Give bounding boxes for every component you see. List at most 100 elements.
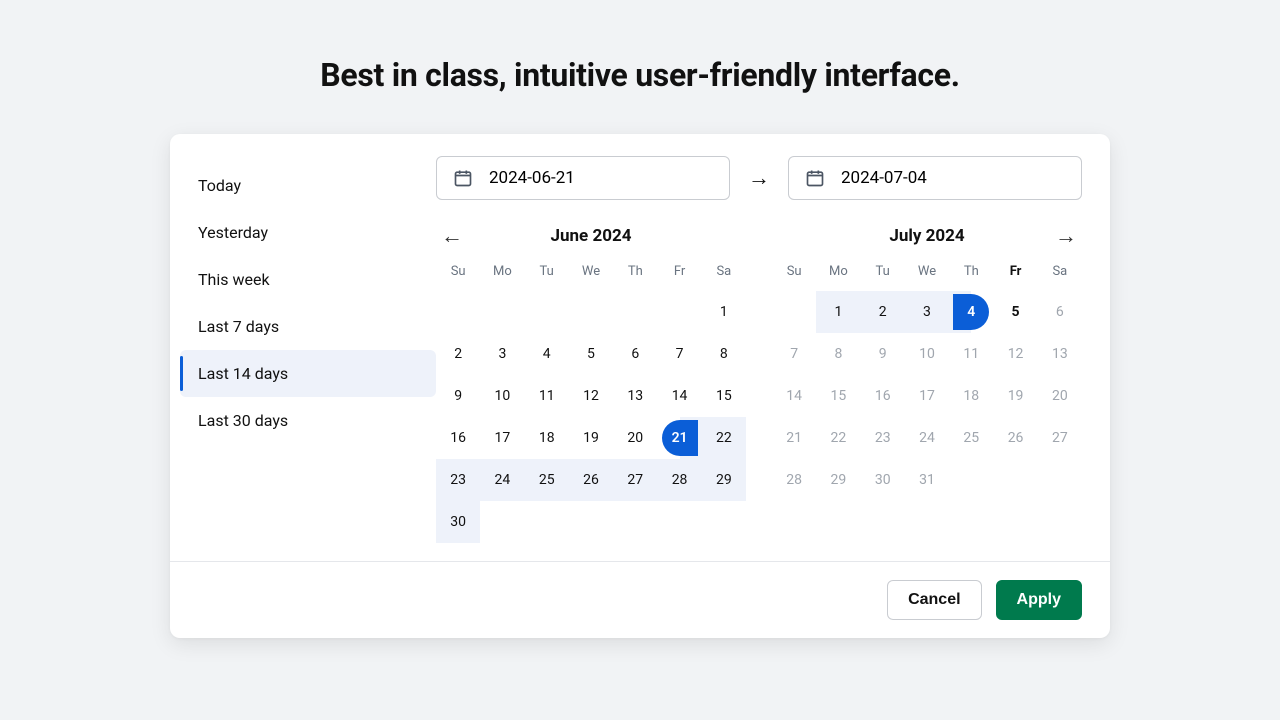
- page-headline: Best in class, intuitive user-friendly i…: [0, 0, 1280, 94]
- calendar-day[interactable]: 14: [772, 375, 816, 417]
- calendar-empty-cell: [993, 459, 1037, 501]
- end-date-input[interactable]: [839, 167, 1065, 189]
- calendar-day[interactable]: 11: [949, 333, 993, 375]
- preset-list: TodayYesterdayThis weekLast 7 daysLast 1…: [180, 156, 436, 543]
- calendar-day[interactable]: 13: [1038, 333, 1082, 375]
- calendar-day[interactable]: 10: [905, 333, 949, 375]
- calendar-day[interactable]: 12: [993, 333, 1037, 375]
- calendar-empty-cell: [569, 501, 613, 543]
- calendar-day[interactable]: 16: [861, 375, 905, 417]
- calendar-day[interactable]: 27: [613, 459, 657, 501]
- calendar-day[interactable]: 15: [702, 375, 746, 417]
- calendar-day[interactable]: 1: [702, 291, 746, 333]
- calendar-day[interactable]: 30: [436, 501, 480, 543]
- start-date-input[interactable]: [487, 167, 713, 189]
- calendar-day[interactable]: 29: [702, 459, 746, 501]
- end-date-field[interactable]: [788, 156, 1082, 200]
- calendar-day[interactable]: 18: [949, 375, 993, 417]
- preset-item[interactable]: Last 14 days: [180, 350, 436, 397]
- calendar-day[interactable]: 26: [993, 417, 1037, 459]
- preset-item[interactable]: Today: [180, 162, 436, 209]
- calendar-day[interactable]: 19: [993, 375, 1037, 417]
- calendar-day[interactable]: 3: [480, 333, 524, 375]
- calendar-empty-cell: [480, 291, 524, 333]
- calendar-empty-cell: [480, 501, 524, 543]
- weekday-label: Sa: [702, 264, 746, 291]
- calendar-day[interactable]: 13: [613, 375, 657, 417]
- weekday-label: Mo: [480, 264, 524, 291]
- calendar-day[interactable]: 24: [905, 417, 949, 459]
- calendar-day[interactable]: 10: [480, 375, 524, 417]
- calendar-day[interactable]: 8: [702, 333, 746, 375]
- calendar-day[interactable]: 4: [525, 333, 569, 375]
- calendar-day[interactable]: 28: [772, 459, 816, 501]
- calendar-day[interactable]: 30: [861, 459, 905, 501]
- calendar-day[interactable]: 15: [816, 375, 860, 417]
- calendar-day[interactable]: 16: [436, 417, 480, 459]
- calendar-day[interactable]: 2: [436, 333, 480, 375]
- prev-month-icon[interactable]: ←: [438, 222, 466, 250]
- cancel-button[interactable]: Cancel: [887, 580, 981, 620]
- calendar-day[interactable]: 18: [525, 417, 569, 459]
- calendar-day[interactable]: 21: [772, 417, 816, 459]
- weekday-label: Sa: [1038, 264, 1082, 291]
- calendar-day[interactable]: 20: [613, 417, 657, 459]
- calendar-day[interactable]: 14: [657, 375, 701, 417]
- calendar-icon: [453, 168, 473, 188]
- calendar-day[interactable]: 22: [702, 417, 746, 459]
- arrow-right-icon: →: [748, 165, 770, 191]
- month-title: June 2024: [551, 226, 632, 246]
- calendar-day[interactable]: 17: [480, 417, 524, 459]
- calendar-day[interactable]: 27: [1038, 417, 1082, 459]
- calendar-day[interactable]: 6: [1038, 291, 1082, 333]
- calendar-day[interactable]: 2: [861, 291, 905, 333]
- calendar-day[interactable]: 29: [816, 459, 860, 501]
- calendar-day[interactable]: 12: [569, 375, 613, 417]
- calendar-day[interactable]: 28: [657, 459, 701, 501]
- calendar-empty-cell: [657, 291, 701, 333]
- month-title: July 2024: [889, 226, 964, 246]
- calendar-day[interactable]: 7: [772, 333, 816, 375]
- start-date-field[interactable]: [436, 156, 730, 200]
- calendar-day[interactable]: 26: [569, 459, 613, 501]
- calendar-day[interactable]: 25: [525, 459, 569, 501]
- preset-item[interactable]: This week: [180, 256, 436, 303]
- apply-button[interactable]: Apply: [996, 580, 1082, 620]
- calendar-day[interactable]: 7: [657, 333, 701, 375]
- next-month-icon[interactable]: →: [1052, 222, 1080, 250]
- calendar-day[interactable]: 20: [1038, 375, 1082, 417]
- calendar-empty-cell: [772, 291, 816, 333]
- calendar-day[interactable]: 24: [480, 459, 524, 501]
- calendar-day[interactable]: 19: [569, 417, 613, 459]
- calendar-empty-cell: [525, 291, 569, 333]
- calendar-empty-cell: [525, 501, 569, 543]
- weekday-label: Th: [949, 264, 993, 291]
- calendar-day[interactable]: 21: [657, 417, 701, 459]
- preset-item[interactable]: Last 7 days: [180, 303, 436, 350]
- calendar-empty-cell: [702, 501, 746, 543]
- calendar-day[interactable]: 17: [905, 375, 949, 417]
- preset-item[interactable]: Last 30 days: [180, 397, 436, 444]
- calendar-day[interactable]: 5: [993, 291, 1037, 333]
- weekday-label: We: [905, 264, 949, 291]
- calendar-day[interactable]: 9: [861, 333, 905, 375]
- calendar-day[interactable]: 6: [613, 333, 657, 375]
- weekday-label: Fr: [657, 264, 701, 291]
- preset-item[interactable]: Yesterday: [180, 209, 436, 256]
- calendar-day[interactable]: 22: [816, 417, 860, 459]
- weekday-label: Su: [772, 264, 816, 291]
- calendar-day[interactable]: 31: [905, 459, 949, 501]
- calendar-empty-cell: [569, 291, 613, 333]
- calendar-day[interactable]: 23: [436, 459, 480, 501]
- calendar-day[interactable]: 3: [905, 291, 949, 333]
- calendar-day[interactable]: 23: [861, 417, 905, 459]
- calendar-day[interactable]: 4: [949, 291, 993, 333]
- calendar-day[interactable]: 11: [525, 375, 569, 417]
- calendar-day[interactable]: 8: [816, 333, 860, 375]
- weekday-label: Mo: [816, 264, 860, 291]
- weekday-label: Tu: [525, 264, 569, 291]
- calendar-day[interactable]: 5: [569, 333, 613, 375]
- calendar-day[interactable]: 25: [949, 417, 993, 459]
- calendar-day[interactable]: 1: [816, 291, 860, 333]
- calendar-day[interactable]: 9: [436, 375, 480, 417]
